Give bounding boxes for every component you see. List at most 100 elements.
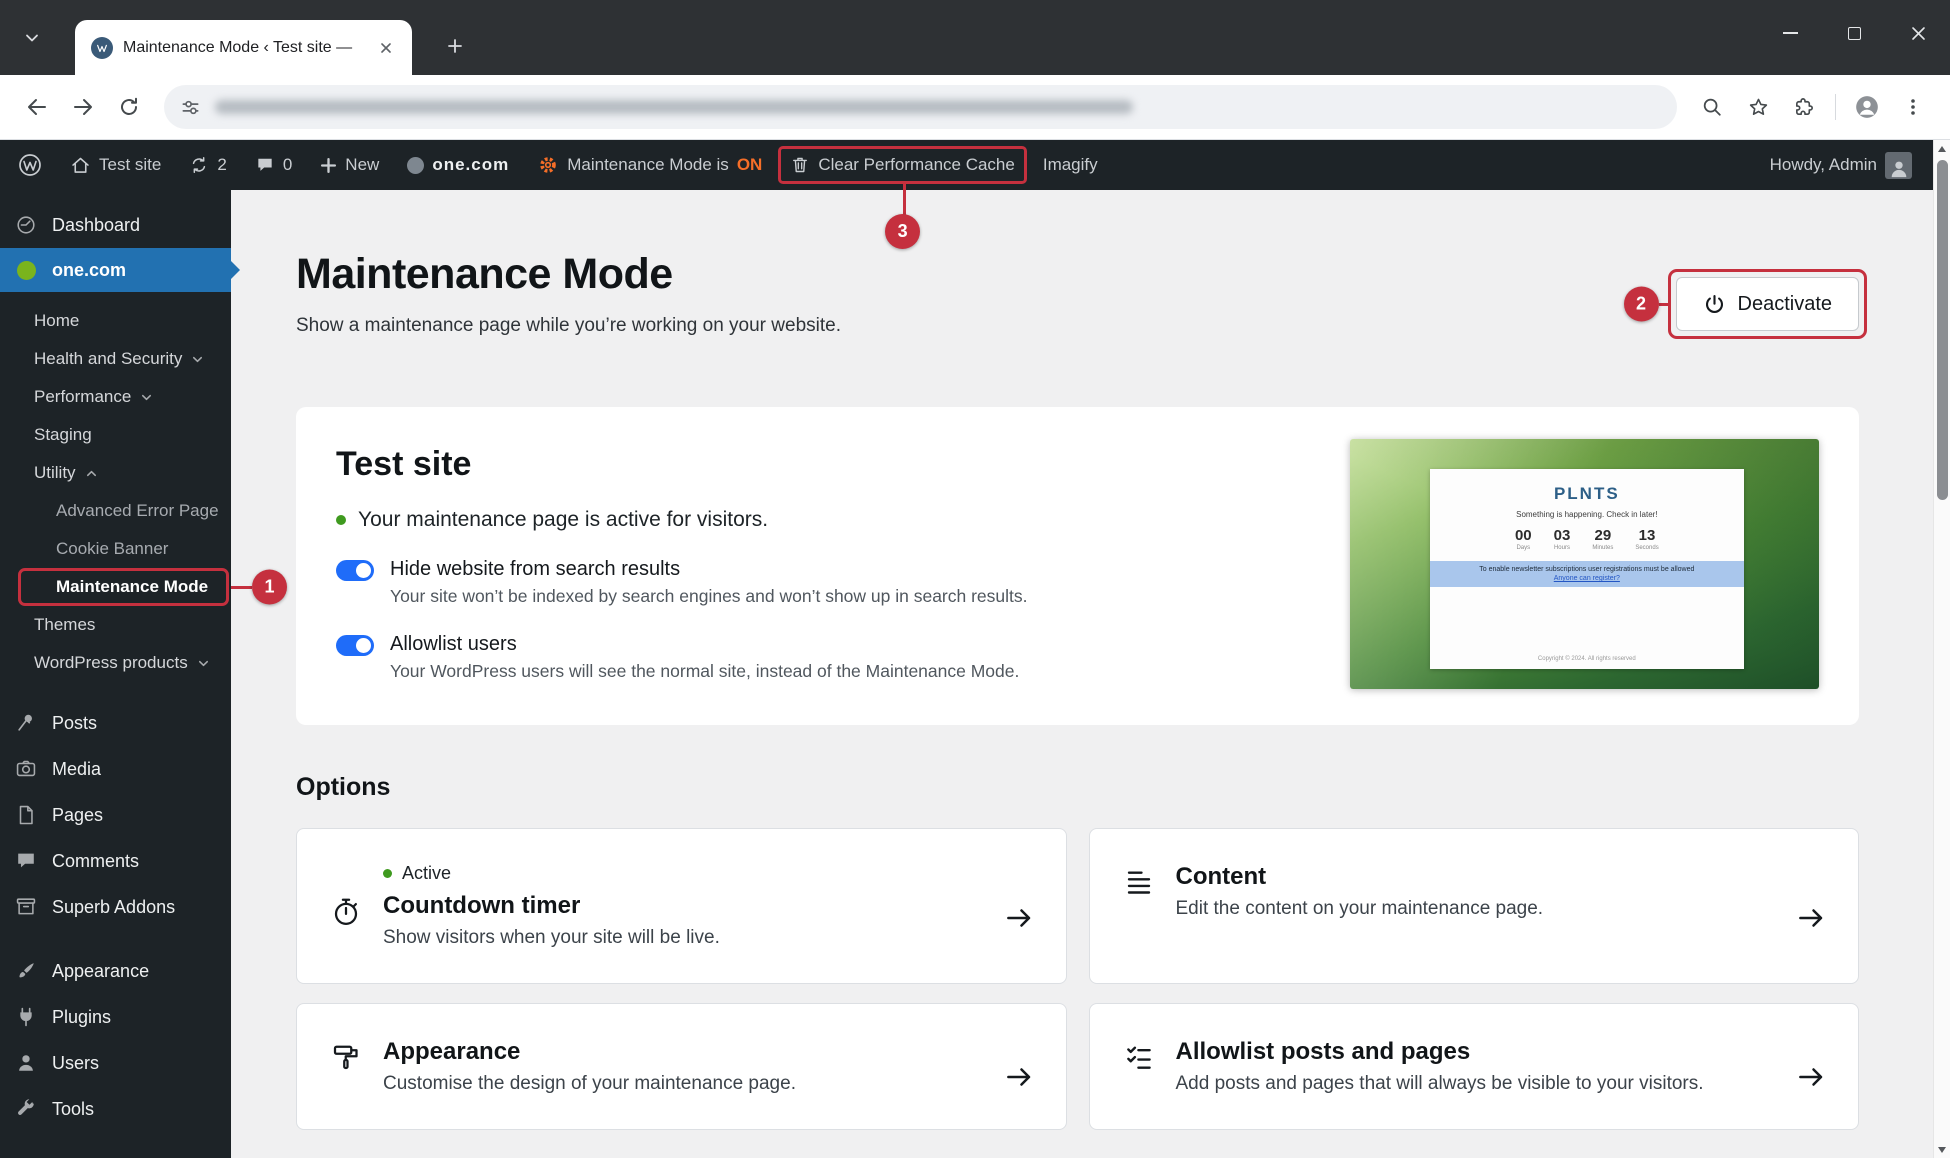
sidebar-item-comments[interactable]: Comments — [0, 838, 231, 884]
address-bar[interactable] — [164, 85, 1677, 129]
annotation-line-1 — [231, 586, 252, 589]
sidebar-item-cookie-banner[interactable]: Cookie Banner — [0, 530, 231, 568]
green-status-dot — [336, 515, 346, 525]
sidebar-item-wordpress-products[interactable]: WordPress products — [0, 644, 231, 682]
maintenance-status-card: Test site Your maintenance page is activ… — [296, 407, 1859, 725]
dashboard-icon — [14, 214, 38, 236]
page-subtitle: Show a maintenance page while you’re wor… — [296, 315, 1859, 337]
maximize-button[interactable] — [1822, 0, 1886, 66]
toolbar-divider — [1835, 94, 1836, 120]
sidebar-item-users[interactable]: Users — [0, 1040, 231, 1086]
admin-bar-comments[interactable]: 0 — [255, 155, 292, 175]
options-heading: Options — [296, 773, 1859, 802]
admin-bar-site-name[interactable]: Test site — [70, 155, 161, 176]
text-lines-icon — [1124, 867, 1154, 949]
user-icon — [14, 1052, 38, 1074]
hide-from-search-toggle[interactable] — [336, 560, 374, 581]
sidebar-item-plugins[interactable]: Plugins — [0, 994, 231, 1040]
tab-search-chevron-icon[interactable] — [24, 30, 40, 46]
sidebar-item-appearance[interactable]: Appearance — [0, 948, 231, 994]
sidebar-item-home[interactable]: Home — [0, 302, 231, 340]
chevron-up-icon — [85, 467, 98, 480]
arrow-right-icon — [1004, 903, 1034, 933]
sidebar-item-onecom[interactable]: one.com — [0, 248, 231, 292]
preview-panel: PLNTS Something is happening. Check in l… — [1430, 469, 1744, 669]
zoom-icon[interactable] — [1689, 84, 1735, 130]
main-content: Maintenance Mode Show a maintenance page… — [231, 190, 1950, 1158]
chevron-down-icon — [191, 353, 204, 366]
close-window-button[interactable] — [1886, 0, 1950, 66]
wp-admin-bar: Test site 2 0 New one.com Maintenance Mo… — [0, 140, 1950, 190]
onecom-logo-icon — [407, 157, 424, 174]
scrollbar[interactable] — [1933, 140, 1950, 1158]
paint-roller-icon — [331, 1042, 361, 1095]
sidebar-item-staging[interactable]: Staging — [0, 416, 231, 454]
annotation-box-1 — [18, 568, 229, 606]
tab-title: Maintenance Mode ‹ Test site — — [123, 39, 364, 57]
site-info-tune-icon[interactable] — [180, 97, 201, 118]
preview-register-link: Anyone can register? — [1440, 575, 1734, 582]
scrollbar-thumb[interactable] — [1937, 160, 1948, 500]
reload-icon[interactable] — [106, 84, 152, 130]
new-tab-button[interactable] — [437, 28, 473, 64]
bookmark-star-icon[interactable] — [1735, 84, 1781, 130]
browser-menu-kebab-icon[interactable] — [1890, 84, 1936, 130]
admin-bar-onecom-logo[interactable]: one.com — [407, 155, 509, 175]
box-icon — [14, 896, 38, 918]
annotation-box-2 — [1668, 269, 1868, 339]
scrollbar-up-arrow[interactable] — [1934, 140, 1950, 157]
profile-avatar-icon[interactable] — [1844, 84, 1890, 130]
admin-bar-clear-performance-cache[interactable]: Clear Performance Cache 3 — [790, 155, 1015, 175]
browser-tab[interactable]: Maintenance Mode ‹ Test site — — [75, 20, 412, 75]
window-controls — [1758, 0, 1950, 66]
sidebar-item-performance[interactable]: Performance — [0, 378, 231, 416]
option-card-appearance[interactable]: Appearance Customise the design of your … — [296, 1003, 1067, 1130]
document-icon — [14, 804, 38, 826]
deactivate-button[interactable]: Deactivate 2 — [1676, 277, 1860, 331]
option-card-allowlist-posts-pages[interactable]: Allowlist posts and pages Add posts and … — [1089, 1003, 1860, 1130]
minimize-button[interactable] — [1758, 0, 1822, 66]
sidebar-item-dashboard[interactable]: Dashboard — [0, 202, 231, 248]
back-icon[interactable] — [14, 84, 60, 130]
workspace: Dashboard one.com Home Health and Securi… — [0, 190, 1950, 1158]
option-card-content[interactable]: Content Edit the content on your mainten… — [1089, 828, 1860, 984]
options-grid: Active Countdown timer Show visitors whe… — [296, 828, 1859, 1130]
countdown-active-status: Active — [383, 863, 720, 884]
allowlist-users-row: Allowlist users Your WordPress users wil… — [336, 633, 1236, 682]
admin-bar-imagify[interactable]: Imagify — [1043, 155, 1098, 175]
sidebar-item-media[interactable]: Media — [0, 746, 231, 792]
sidebar-item-themes[interactable]: Themes — [0, 606, 231, 644]
page-title: Maintenance Mode — [296, 250, 1859, 299]
extensions-puzzle-icon[interactable] — [1781, 84, 1827, 130]
allowlist-users-toggle[interactable] — [336, 635, 374, 656]
sidebar-item-health-and-security[interactable]: Health and Security — [0, 340, 231, 378]
sidebar-item-advanced-error-page[interactable]: Advanced Error Page — [0, 492, 231, 530]
admin-bar-account[interactable]: Howdy, Admin — [1770, 152, 1912, 179]
preview-copyright: Copyright © 2024. All rights reserved — [1538, 656, 1636, 662]
annotation-line-2 — [1659, 303, 1669, 306]
admin-bar-new[interactable]: New — [320, 155, 379, 175]
scrollbar-down-arrow[interactable] — [1934, 1141, 1950, 1158]
sidebar-item-utility[interactable]: Utility — [0, 454, 231, 492]
wp-sidebar: Dashboard one.com Home Health and Securi… — [0, 190, 231, 1158]
sidebar-item-posts[interactable]: Posts — [0, 700, 231, 746]
forward-icon[interactable] — [60, 84, 106, 130]
wp-logo-icon[interactable] — [18, 153, 42, 177]
onecom-green-icon — [14, 261, 38, 280]
preview-brand: PLNTS — [1554, 484, 1620, 504]
sidebar-item-tools[interactable]: Tools — [0, 1086, 231, 1132]
gear-icon — [537, 154, 559, 176]
admin-bar-maintenance-status[interactable]: Maintenance Mode is ON — [537, 154, 762, 176]
option-card-countdown-timer[interactable]: Active Countdown timer Show visitors whe… — [296, 828, 1067, 984]
sidebar-item-superb-addons[interactable]: Superb Addons — [0, 884, 231, 930]
url-redacted-text — [215, 100, 1133, 114]
admin-bar-updates[interactable]: 2 — [189, 155, 226, 175]
preview-tagline: Something is happening. Check in later! — [1516, 510, 1657, 519]
sidebar-item-pages[interactable]: Pages — [0, 792, 231, 838]
sidebar-item-maintenance-mode[interactable]: Maintenance Mode 1 — [0, 568, 231, 606]
annotation-box-3 — [778, 146, 1027, 184]
browser-toolbar — [0, 75, 1950, 140]
tab-close-icon[interactable] — [374, 36, 398, 60]
camera-icon — [14, 758, 38, 780]
preview-countdown: 00Days 03Hours 29Minutes 13Seconds — [1515, 527, 1659, 551]
